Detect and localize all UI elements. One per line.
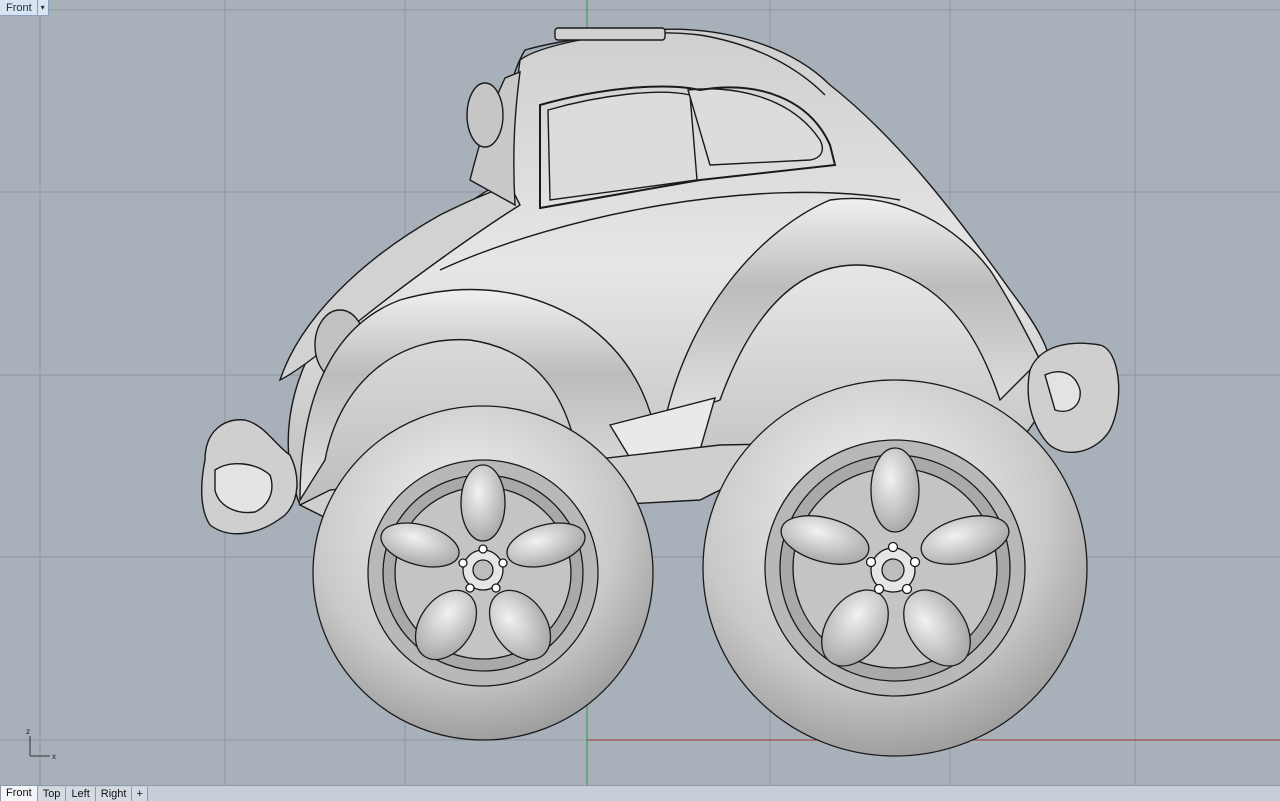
- axis-label-x: x: [52, 752, 56, 761]
- front-viewport[interactable]: Front ▾ z x: [0, 0, 1280, 785]
- viewport-title-label[interactable]: Front: [0, 2, 37, 14]
- tab-top[interactable]: Top: [37, 787, 67, 801]
- tab-front[interactable]: Front: [0, 785, 38, 801]
- tab-right[interactable]: Right: [95, 787, 133, 801]
- side-mirror: [466, 82, 504, 148]
- viewport-tab-bar: Front Top Left Right +: [0, 785, 1280, 801]
- tab-left[interactable]: Left: [66, 787, 96, 801]
- grid-and-model-canvas: [0, 0, 1280, 785]
- add-viewport-tab-button[interactable]: +: [132, 787, 148, 801]
- rear-wheel[interactable]: [702, 379, 1088, 757]
- axis-indicator-icon: z x: [26, 727, 56, 761]
- roof-vent: [554, 27, 666, 41]
- viewport-title[interactable]: Front ▾: [0, 0, 49, 16]
- front-wheel[interactable]: [312, 405, 654, 741]
- axis-label-z: z: [26, 727, 30, 736]
- viewport-menu-dropdown-icon[interactable]: ▾: [36, 0, 48, 15]
